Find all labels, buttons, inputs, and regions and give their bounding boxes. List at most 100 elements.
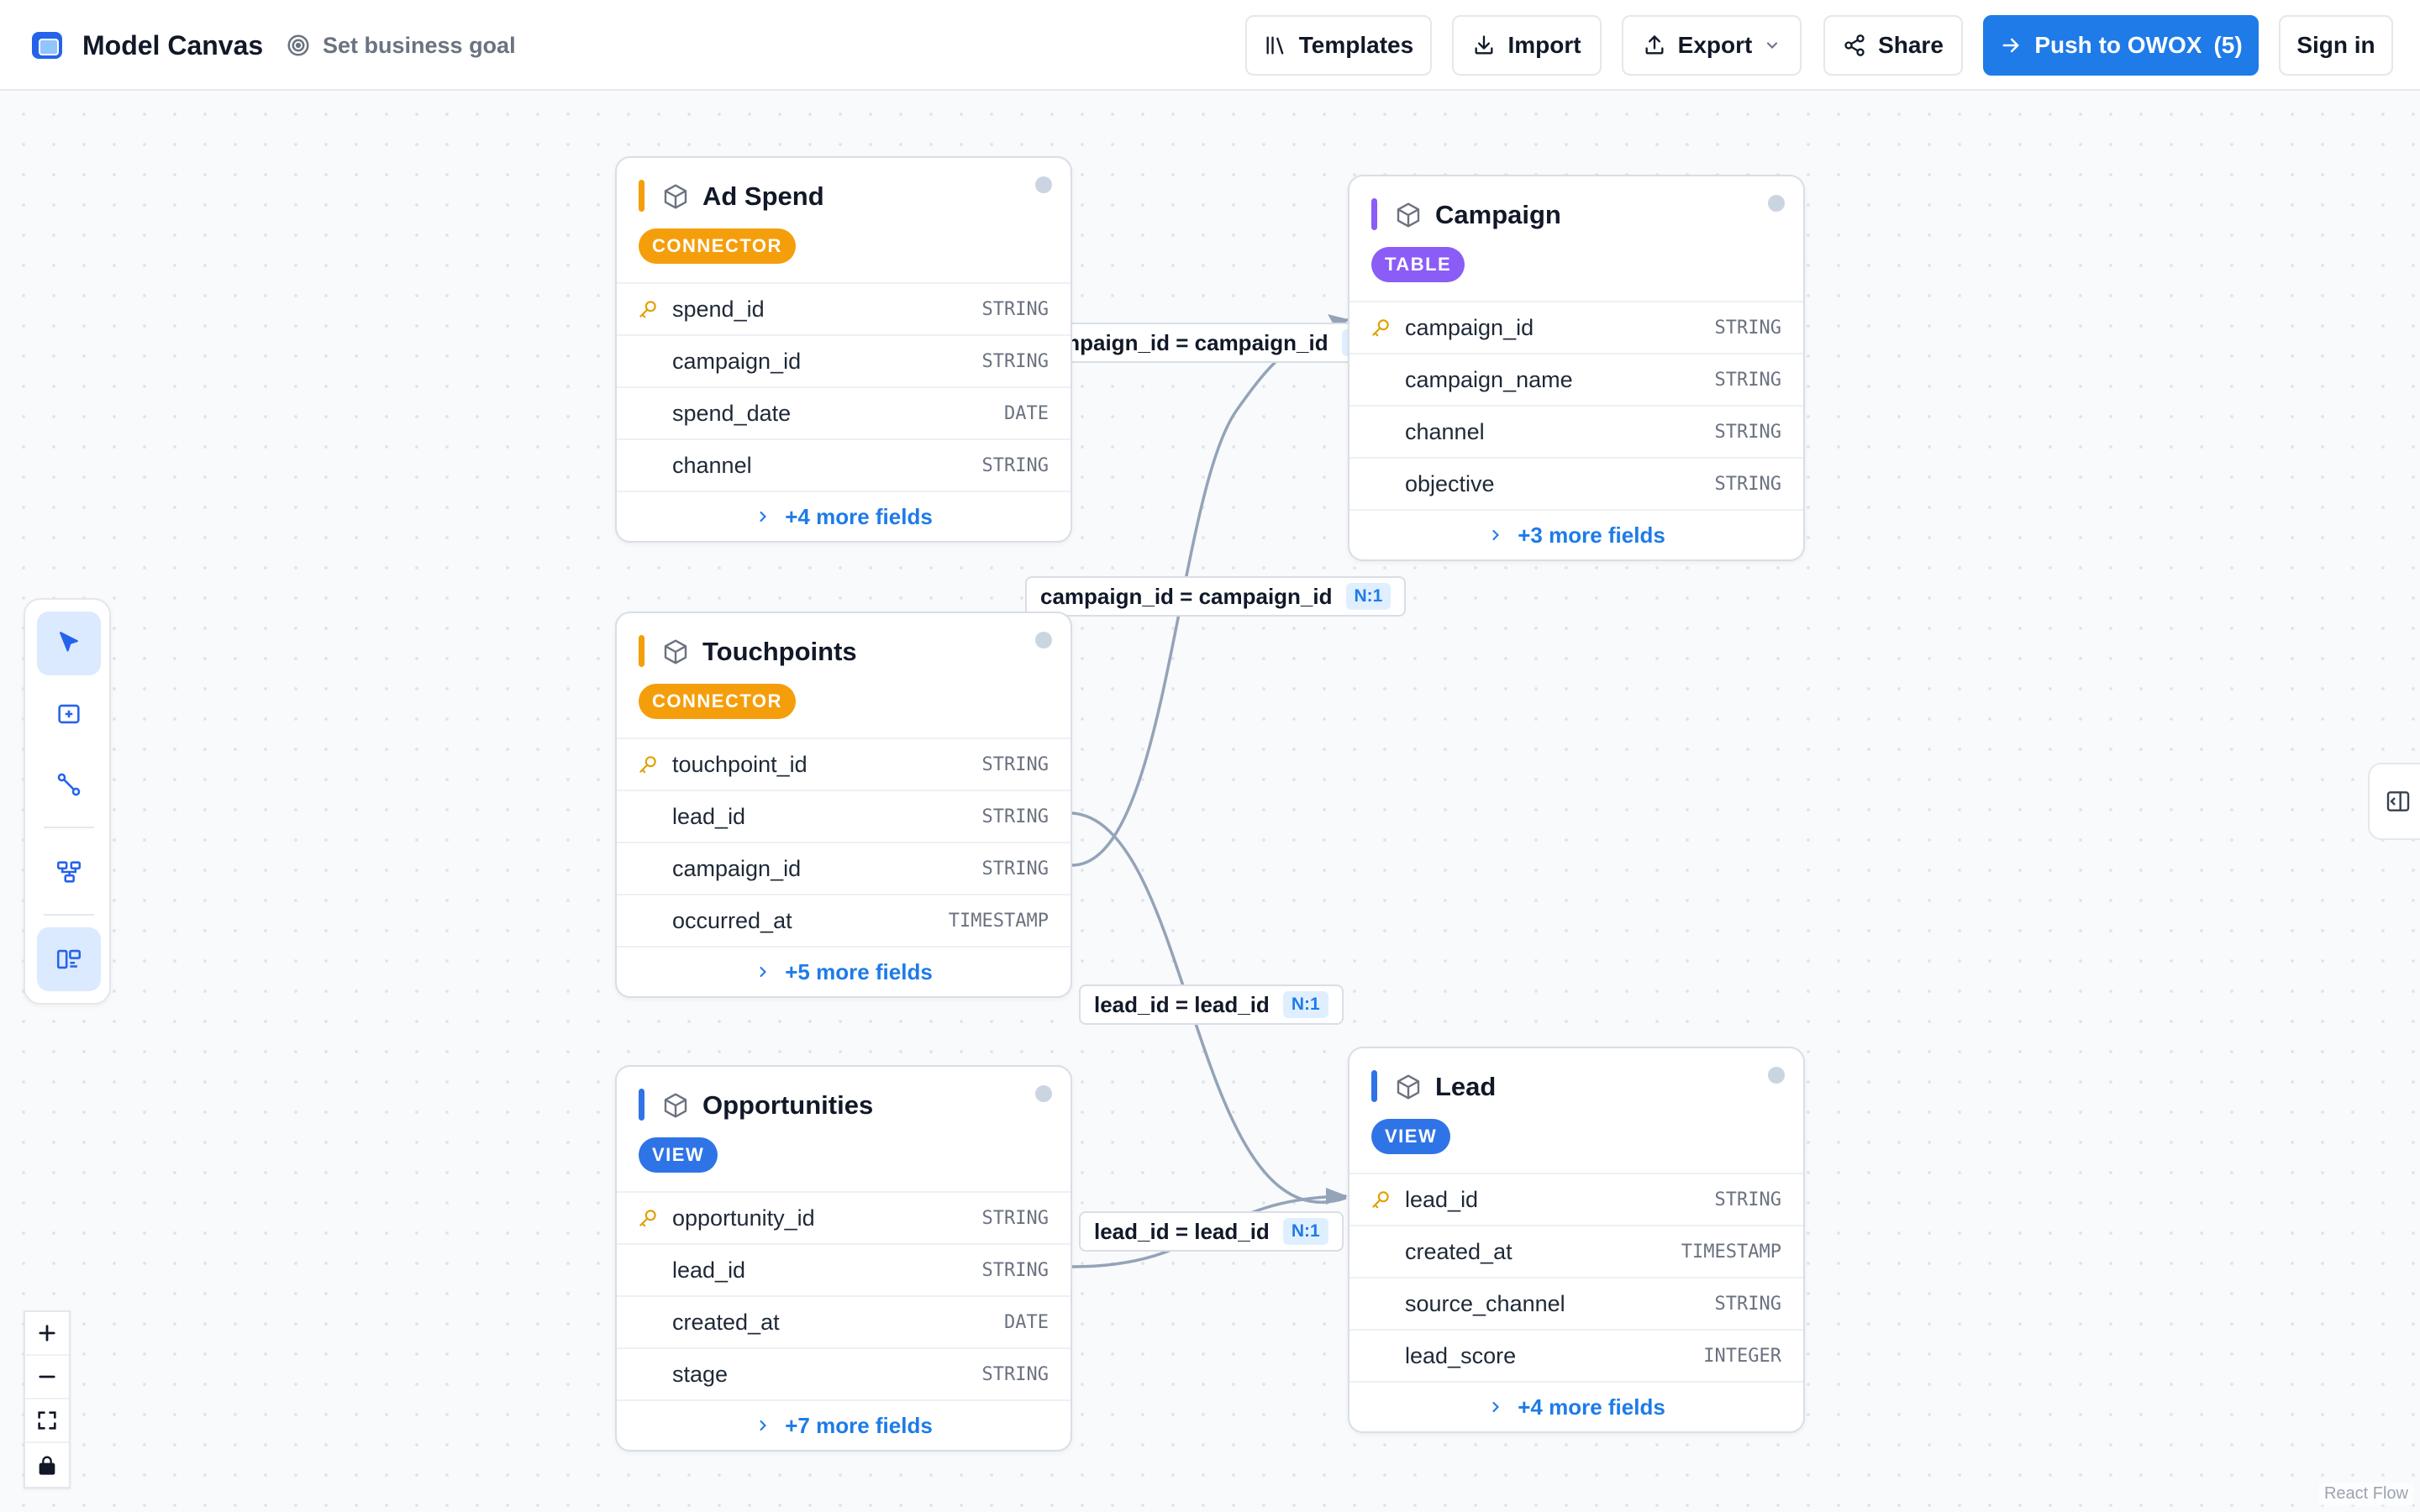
node-title: Opportunities (702, 1090, 874, 1120)
panel-collapse-icon (2386, 791, 2410, 811)
field-type: STRING (981, 454, 1049, 476)
goal-label: Set business goal (323, 32, 516, 58)
layout-panels-icon (56, 949, 82, 969)
zoom-out-button[interactable] (25, 1356, 69, 1399)
export-button[interactable]: Export (1622, 15, 1802, 76)
field-type: STRING (981, 350, 1049, 372)
edge-label-touchpoints-lead[interactable]: lead_id = lead_id N:1 (1079, 984, 1344, 1025)
react-flow-attribution[interactable]: React Flow (2318, 1483, 2413, 1505)
fit-view-button[interactable] (25, 1399, 69, 1443)
add-node-tool-button[interactable] (37, 682, 101, 746)
field-type: STRING (1714, 1189, 1781, 1210)
field-row[interactable]: channel STRING (1349, 405, 1803, 457)
field-name: touchpoint_id (672, 751, 808, 777)
field-row[interactable]: channel STRING (617, 438, 1071, 491)
more-fields-label: +4 more fields (785, 503, 933, 529)
more-fields-button[interactable]: +7 more fields (617, 1399, 1071, 1450)
field-row[interactable]: lead_id STRING (617, 790, 1071, 842)
push-label: Push to OWOX (2034, 32, 2202, 58)
upload-icon (1645, 35, 1664, 55)
field-row[interactable]: source_channel STRING (1349, 1277, 1803, 1329)
cube-icon (1397, 202, 1420, 228)
field-row[interactable]: created_at TIMESTAMP (1349, 1225, 1803, 1277)
field-row[interactable]: spend_date DATE (617, 386, 1071, 438)
cube-icon (1397, 1074, 1420, 1100)
node-accent-bar (639, 1089, 644, 1121)
lock-icon (39, 1456, 55, 1475)
push-to-owox-button[interactable]: Push to OWOX (5) (1983, 15, 2259, 76)
more-fields-button[interactable]: +3 more fields (1349, 509, 1803, 559)
field-row[interactable]: spend_id STRING (617, 282, 1071, 334)
node-handle[interactable] (1768, 1067, 1785, 1084)
import-button[interactable]: Import (1452, 15, 1602, 76)
more-fields-button[interactable]: +4 more fields (1349, 1381, 1803, 1431)
field-row[interactable]: created_at DATE (617, 1295, 1071, 1347)
auto-layout-tool-button[interactable] (37, 840, 101, 904)
field-row[interactable]: opportunity_id STRING (617, 1191, 1071, 1243)
field-row[interactable]: campaign_id STRING (1349, 301, 1803, 353)
node-type-badge: CONNECTOR (639, 684, 796, 719)
edge-label-touchpoints-campaign[interactable]: campaign_id = campaign_id N:1 (1025, 576, 1407, 617)
field-row[interactable]: campaign_id STRING (617, 842, 1071, 894)
layout-tree-icon (56, 861, 82, 883)
more-fields-button[interactable]: +4 more fields (617, 491, 1071, 541)
field-type: DATE (1004, 402, 1049, 424)
select-tool-button[interactable] (37, 612, 101, 675)
cube-icon (664, 1093, 687, 1118)
node-handle[interactable] (1035, 632, 1052, 648)
templates-button[interactable]: Templates (1245, 15, 1432, 76)
more-fields-button[interactable]: +5 more fields (617, 946, 1071, 996)
share-button[interactable]: Share (1823, 15, 1963, 76)
minus-icon (39, 1375, 55, 1378)
more-fields-label: +5 more fields (785, 958, 933, 984)
field-name: channel (672, 452, 752, 478)
field-name: lead_id (672, 1257, 746, 1283)
connect-tool-button[interactable] (37, 753, 101, 816)
node-handle[interactable] (1768, 195, 1785, 212)
node-ad-spend[interactable]: Ad Spend CONNECTOR spend_id STRING campa… (615, 156, 1072, 543)
node-handle[interactable] (1035, 176, 1052, 193)
lock-button[interactable] (25, 1443, 69, 1487)
node-opportunities[interactable]: Opportunities VIEW opportunity_id STRING… (615, 1065, 1072, 1452)
field-name: created_at (672, 1309, 780, 1335)
templates-label: Templates (1298, 32, 1414, 58)
field-type: STRING (981, 1259, 1049, 1281)
zoom-in-button[interactable] (25, 1312, 69, 1356)
node-touchpoints[interactable]: Touchpoints CONNECTOR touchpoint_id STRI… (615, 612, 1072, 998)
target-icon (287, 34, 309, 56)
connect-icon (57, 773, 81, 796)
edge-label-opportunities-lead[interactable]: lead_id = lead_id N:1 (1079, 1211, 1344, 1252)
sign-in-button[interactable]: Sign in (2279, 15, 2393, 76)
field-row[interactable]: lead_score INTEGER (1349, 1329, 1803, 1381)
key-icon (639, 301, 656, 318)
set-business-goal-button[interactable]: Set business goal (286, 27, 516, 64)
model-canvas[interactable]: mpaign_id = campaign_id N campaign_id = … (0, 91, 2420, 1512)
field-row[interactable]: lead_id STRING (617, 1243, 1071, 1295)
app-logo-icon (32, 32, 62, 59)
field-row[interactable]: occurred_at TIMESTAMP (617, 894, 1071, 946)
node-campaign[interactable]: Campaign TABLE campaign_id STRING campai… (1348, 175, 1805, 561)
field-name: occurred_at (672, 907, 792, 933)
field-row[interactable]: lead_id STRING (1349, 1173, 1803, 1225)
more-fields-label: +7 more fields (785, 1412, 933, 1438)
field-type: STRING (1714, 317, 1781, 339)
cursor-icon (60, 632, 78, 652)
field-name: campaign_id (1405, 314, 1534, 340)
field-row[interactable]: touchpoint_id STRING (617, 738, 1071, 790)
edge-label-adspend-campaign[interactable]: mpaign_id = campaign_id N (1040, 323, 1360, 363)
field-row[interactable]: objective STRING (1349, 457, 1803, 509)
node-type-badge: TABLE (1371, 247, 1465, 282)
field-row[interactable]: stage STRING (617, 1347, 1071, 1399)
field-row[interactable]: campaign_name STRING (1349, 353, 1803, 405)
side-panel-toggle-button[interactable] (2368, 763, 2420, 840)
key-icon (1372, 319, 1389, 337)
plus-icon (39, 1325, 55, 1341)
field-type: INTEGER (1703, 1345, 1781, 1367)
panel-layout-tool-button[interactable] (37, 927, 101, 991)
field-row[interactable]: campaign_id STRING (617, 334, 1071, 386)
field-name: stage (672, 1361, 729, 1387)
node-lead[interactable]: Lead VIEW lead_id STRING created_at TIME… (1348, 1047, 1805, 1433)
node-type-badge: VIEW (1371, 1119, 1451, 1154)
node-handle[interactable] (1035, 1085, 1052, 1102)
field-type: STRING (1714, 473, 1781, 495)
